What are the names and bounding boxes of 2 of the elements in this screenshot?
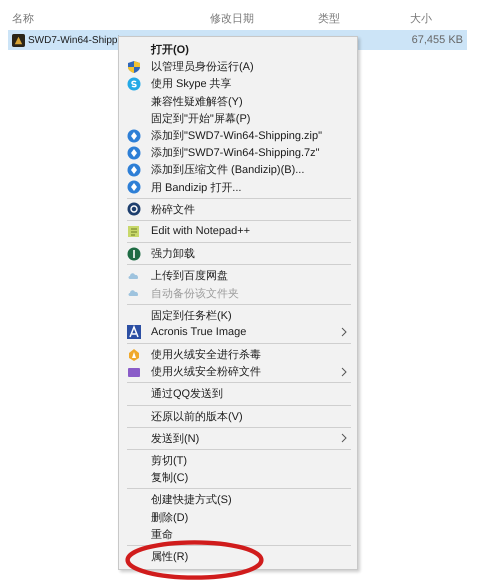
- file-size: 67,455 KB: [412, 34, 463, 46]
- file-name: SWD7-Win64-Shippi: [28, 34, 120, 46]
